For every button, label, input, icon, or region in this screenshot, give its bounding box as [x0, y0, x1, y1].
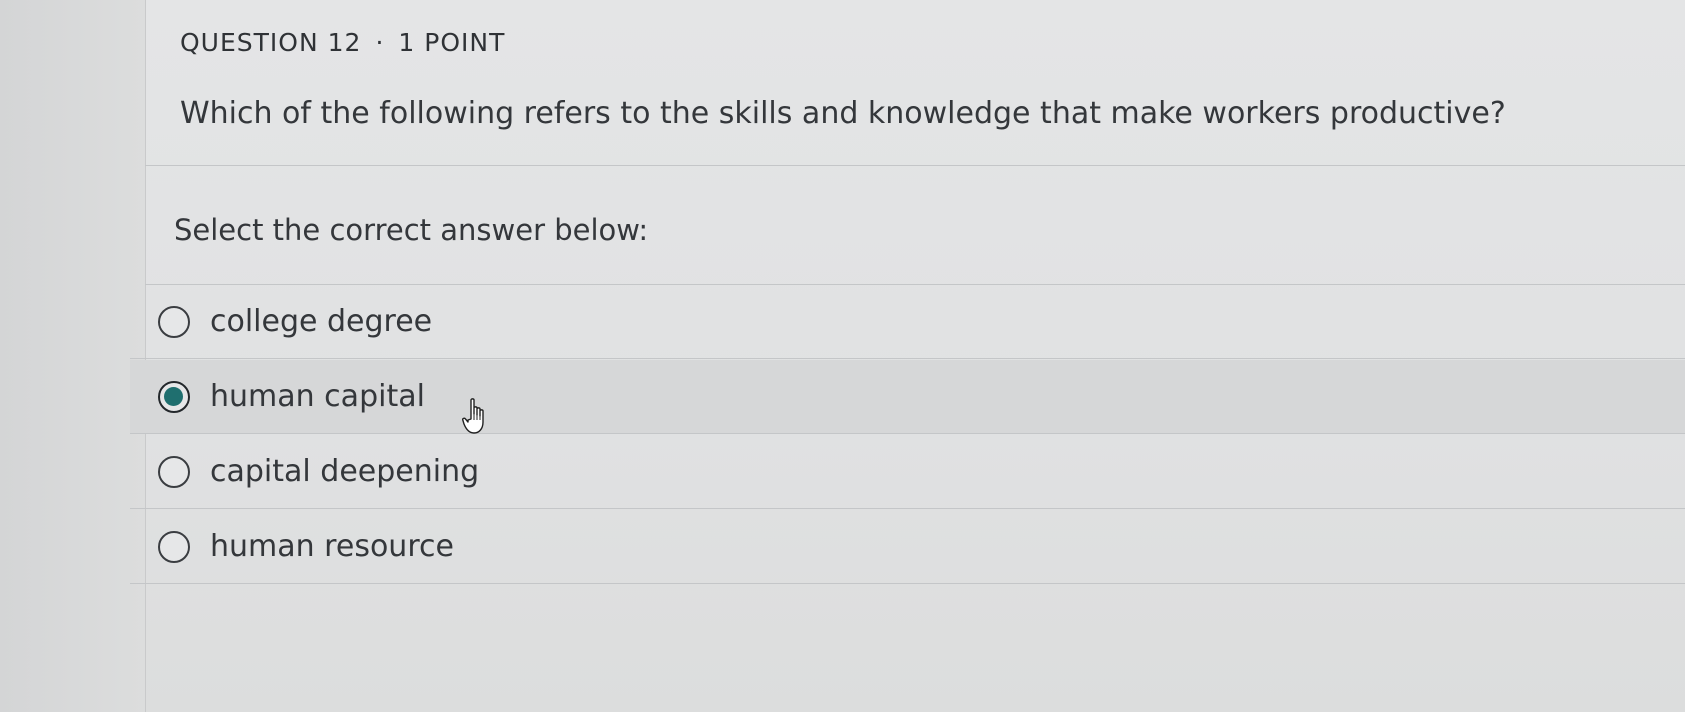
radio-button[interactable]	[158, 305, 190, 338]
answer-option-label: capital deepening	[210, 454, 480, 489]
answer-option-college-degree[interactable]: college degree	[130, 285, 1685, 359]
question-divider	[145, 165, 1685, 166]
answer-option-label: human resource	[210, 529, 454, 564]
radio-button-selected[interactable]	[158, 380, 190, 413]
radio-button[interactable]	[158, 530, 190, 563]
question-text: Which of the following refers to the ski…	[180, 96, 1506, 131]
question-header: QUESTION 12 · 1 POINT	[180, 28, 505, 57]
question-number: QUESTION 12	[180, 28, 362, 57]
header-separator: ·	[375, 28, 385, 57]
hand-pointer-icon	[462, 398, 484, 434]
answer-option-human-resource[interactable]: human resource	[130, 510, 1685, 584]
answer-option-capital-deepening[interactable]: capital deepening	[130, 435, 1685, 509]
left-margin	[0, 0, 145, 712]
answer-option-human-capital[interactable]: human capital	[130, 360, 1685, 434]
answer-instructions: Select the correct answer below:	[174, 213, 649, 247]
answer-option-label: human capital	[210, 379, 425, 414]
radio-button[interactable]	[158, 455, 190, 488]
answer-option-label: college degree	[210, 304, 433, 339]
question-points: 1 POINT	[398, 28, 506, 57]
